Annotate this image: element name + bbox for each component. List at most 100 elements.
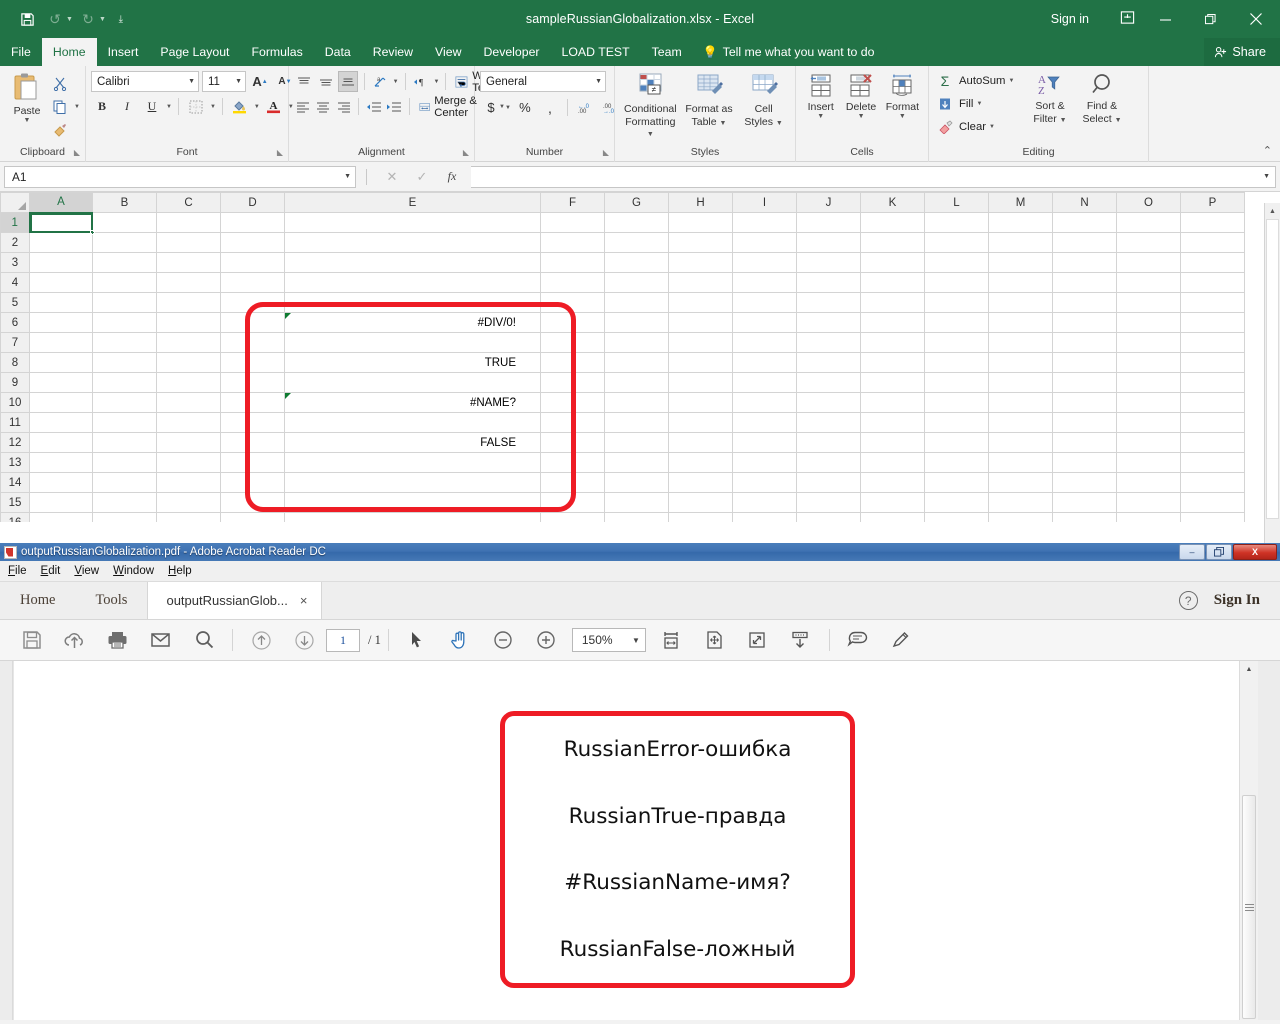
font-name-caret-icon[interactable]: ▼ [188, 78, 195, 85]
insert-cells-button[interactable]: Insert ▼ [801, 70, 840, 120]
cell-C2[interactable] [157, 233, 221, 253]
select-tool-icon[interactable] [396, 623, 439, 657]
cell-styles-caret-icon[interactable]: ▼ [776, 120, 783, 127]
clear-caret-icon[interactable]: ▼ [989, 124, 995, 130]
cell-A15[interactable] [30, 493, 93, 513]
copy-caret-icon[interactable]: ▼ [74, 104, 80, 110]
cell-B14[interactable] [93, 473, 157, 493]
tab-data[interactable]: Data [314, 38, 362, 66]
cell-P14[interactable] [1181, 473, 1245, 493]
row-header-5[interactable]: 5 [1, 293, 30, 313]
font-size-caret-icon[interactable]: ▼ [235, 78, 242, 85]
bold-button[interactable]: B [91, 96, 113, 117]
orientation-caret-icon[interactable]: ▼ [393, 79, 399, 85]
column-header-I[interactable]: I [733, 193, 797, 213]
cell-O5[interactable] [1117, 293, 1181, 313]
cell-H7[interactable] [669, 333, 733, 353]
zoom-in-icon[interactable] [525, 623, 568, 657]
column-header-J[interactable]: J [797, 193, 861, 213]
tab-formulas[interactable]: Formulas [240, 38, 313, 66]
cell-K14[interactable] [861, 473, 925, 493]
cell-H4[interactable] [669, 273, 733, 293]
cell-N1[interactable] [1053, 213, 1117, 233]
cell-G6[interactable] [605, 313, 669, 333]
excel-scroll-thumb[interactable] [1266, 219, 1279, 519]
undo-icon[interactable]: ↺ [42, 6, 68, 32]
cell-D1[interactable] [221, 213, 285, 233]
cell-A9[interactable] [30, 373, 93, 393]
help-question-icon[interactable]: ? [1179, 591, 1198, 610]
cell-F3[interactable] [541, 253, 605, 273]
cell-G10[interactable] [605, 393, 669, 413]
cell-G16[interactable] [605, 513, 669, 523]
format-painter-icon[interactable] [49, 119, 71, 140]
column-header-H[interactable]: H [669, 193, 733, 213]
cell-G11[interactable] [605, 413, 669, 433]
tab-load-test[interactable]: LOAD TEST [551, 38, 641, 66]
cell-O7[interactable] [1117, 333, 1181, 353]
cell-P15[interactable] [1181, 493, 1245, 513]
search-icon[interactable] [182, 623, 225, 657]
cell-N7[interactable] [1053, 333, 1117, 353]
cell-A1[interactable] [30, 213, 93, 233]
cell-I7[interactable] [733, 333, 797, 353]
cell-A3[interactable] [30, 253, 93, 273]
insert-cells-caret-icon[interactable]: ▼ [817, 113, 824, 120]
fill-caret-icon[interactable]: ▼ [976, 101, 982, 107]
autosum-icon[interactable]: Σ [934, 70, 956, 91]
tab-home[interactable]: Home [42, 38, 97, 66]
paste-caret-icon[interactable]: ▼ [24, 117, 31, 124]
cell-O12[interactable] [1117, 433, 1181, 453]
cell-O1[interactable] [1117, 213, 1181, 233]
format-cells-caret-icon[interactable]: ▼ [899, 113, 906, 120]
cell-G5[interactable] [605, 293, 669, 313]
cell-P3[interactable] [1181, 253, 1245, 273]
cell-G3[interactable] [605, 253, 669, 273]
pdf-scroll-up-icon[interactable]: ▲ [1240, 661, 1258, 678]
cell-N15[interactable] [1053, 493, 1117, 513]
hand-tool-icon[interactable] [439, 623, 482, 657]
cell-E9[interactable] [285, 373, 541, 393]
orientation-icon[interactable]: a [370, 71, 389, 92]
cell-E2[interactable] [285, 233, 541, 253]
cell-F16[interactable] [541, 513, 605, 523]
cell-C5[interactable] [157, 293, 221, 313]
copy-icon[interactable] [49, 96, 71, 117]
cell-M12[interactable] [989, 433, 1053, 453]
cell-C13[interactable] [157, 453, 221, 473]
cell-D6[interactable] [221, 313, 285, 333]
cell-L16[interactable] [925, 513, 989, 523]
cell-F10[interactable] [541, 393, 605, 413]
cell-F2[interactable] [541, 233, 605, 253]
tab-developer[interactable]: Developer [472, 38, 550, 66]
tell-me-search[interactable]: 💡 Tell me what you want to do [693, 38, 885, 66]
conditional-formatting-caret-icon[interactable]: ▼ [647, 131, 654, 138]
cell-D12[interactable] [221, 433, 285, 453]
align-left-icon[interactable] [294, 96, 311, 117]
cell-L3[interactable] [925, 253, 989, 273]
menu-window[interactable]: Window [113, 565, 154, 577]
cell-L11[interactable] [925, 413, 989, 433]
cell-D8[interactable] [221, 353, 285, 373]
customize-quick-access-icon[interactable]: ⤓ [108, 6, 134, 32]
cell-A12[interactable] [30, 433, 93, 453]
cell-B10[interactable] [93, 393, 157, 413]
borders-icon[interactable] [185, 96, 207, 117]
cell-B4[interactable] [93, 273, 157, 293]
tab-view[interactable]: View [424, 38, 472, 66]
cell-E11[interactable] [285, 413, 541, 433]
cell-C16[interactable] [157, 513, 221, 523]
tab-file[interactable]: File [0, 38, 42, 66]
cell-A6[interactable] [30, 313, 93, 333]
cell-M8[interactable] [989, 353, 1053, 373]
tab-insert[interactable]: Insert [97, 38, 150, 66]
row-header-6[interactable]: 6 [1, 313, 30, 333]
excel-sign-in[interactable]: Sign in [1051, 12, 1089, 26]
cell-M2[interactable] [989, 233, 1053, 253]
cell-I5[interactable] [733, 293, 797, 313]
cell-B12[interactable] [93, 433, 157, 453]
cell-D14[interactable] [221, 473, 285, 493]
collapse-ribbon-icon[interactable]: ⌃ [1263, 144, 1272, 157]
cell-D5[interactable] [221, 293, 285, 313]
cell-G7[interactable] [605, 333, 669, 353]
